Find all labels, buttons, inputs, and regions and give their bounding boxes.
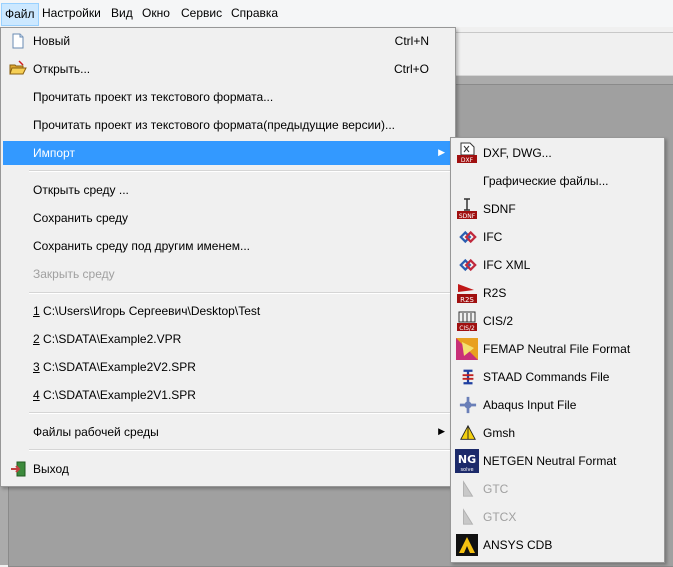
- menu-item-recent-3[interactable]: 3 C:\SDATA\Example2V2.SPR: [3, 355, 453, 379]
- menu-item-env-files[interactable]: Файлы рабочей среды ▶: [3, 420, 453, 444]
- menu-bar: Файл Настройки Вид Окно Сервис Справка: [0, 0, 673, 28]
- recent-number: 3: [33, 360, 40, 374]
- menu-item-save-env-as[interactable]: Сохранить среду под другим именем...: [3, 234, 453, 258]
- import-item-graphics[interactable]: Графические файлы...: [453, 169, 662, 193]
- import-item-gmsh[interactable]: Gmsh: [453, 421, 662, 445]
- menu-item-close-env[interactable]: Закрыть среду: [3, 262, 453, 286]
- sdnf-icon: SDNF: [457, 198, 477, 220]
- recent-number: 1: [33, 304, 40, 318]
- menu-separator: [29, 292, 453, 294]
- recent-path: C:\SDATA\Example2V1.SPR: [39, 388, 196, 402]
- recent-path: C:\Users\Игорь Сергеевич\Desktop\Test: [39, 304, 261, 318]
- gmsh-icon: [460, 424, 476, 440]
- netgen-icon: NG solve: [455, 449, 479, 473]
- import-item-ansys[interactable]: ANSYS CDB: [453, 533, 662, 557]
- menu-item-import[interactable]: Импорт ▶: [3, 141, 453, 165]
- import-item-abaqus[interactable]: Abaqus Input File: [453, 393, 662, 417]
- svg-text:NG: NG: [458, 453, 476, 466]
- svg-text:R2S: R2S: [460, 296, 474, 304]
- ansys-icon: [456, 534, 478, 556]
- femap-icon: [456, 338, 478, 360]
- menu-help[interactable]: Справка: [231, 6, 278, 20]
- menu-item-recent-4[interactable]: 4 C:\SDATA\Example2V1.SPR: [3, 383, 453, 407]
- import-submenu: DXF DXF, DWG... Графические файлы... SDN…: [450, 137, 665, 563]
- import-item-ifc-xml[interactable]: IFC XML: [453, 253, 662, 277]
- recent-path: C:\SDATA\Example2.VPR: [39, 332, 182, 346]
- import-item-netgen[interactable]: NG solve NETGEN Neutral Format: [453, 449, 662, 473]
- menu-item-read-text-prev[interactable]: Прочитать проект из текстового формата(п…: [3, 113, 453, 137]
- menu-item-recent-1[interactable]: 1 C:\Users\Игорь Сергеевич\Desktop\Test: [3, 299, 453, 323]
- svg-text:CIS/2: CIS/2: [459, 325, 475, 332]
- gtc-icon: [463, 480, 474, 497]
- menu-item-exit[interactable]: Выход: [3, 457, 453, 481]
- menu-item-recent-2[interactable]: 2 C:\SDATA\Example2.VPR: [3, 327, 453, 351]
- import-item-ifc[interactable]: IFC: [453, 225, 662, 249]
- dxf-icon: DXF: [457, 142, 477, 164]
- submenu-arrow-icon: ▶: [438, 426, 445, 436]
- menu-settings[interactable]: Настройки: [42, 6, 101, 20]
- menu-item-open[interactable]: Открыть... Ctrl+O: [3, 57, 453, 81]
- toolbar: [455, 32, 673, 71]
- menu-file[interactable]: Файл: [1, 3, 39, 26]
- menu-separator: [29, 412, 453, 414]
- submenu-arrow-icon: ▶: [438, 147, 445, 157]
- menu-separator: [29, 449, 453, 451]
- import-item-r2s[interactable]: R2S R2S: [453, 281, 662, 305]
- menu-separator: [29, 170, 453, 172]
- import-item-cis2[interactable]: CIS/2 CIS/2: [453, 309, 662, 333]
- gtc-icon: [463, 508, 474, 525]
- import-item-gtcx[interactable]: GTCX: [453, 505, 662, 529]
- menu-view[interactable]: Вид: [111, 6, 133, 20]
- open-folder-icon: [9, 60, 27, 75]
- menu-service[interactable]: Сервис: [181, 6, 222, 20]
- cis2-icon: CIS/2: [457, 311, 477, 332]
- recent-number: 2: [33, 332, 40, 346]
- recent-path: C:\SDATA\Example2V2.SPR: [39, 360, 196, 374]
- abaqus-icon: [459, 396, 477, 414]
- import-item-dxf[interactable]: DXF DXF, DWG...: [453, 141, 662, 165]
- svg-text:solve: solve: [460, 467, 473, 473]
- staad-icon: [462, 369, 474, 385]
- r2s-icon: R2S: [457, 284, 477, 304]
- file-menu: Новый Ctrl+N Открыть... Ctrl+O Прочитать…: [0, 27, 456, 487]
- ifc-icon: [459, 230, 477, 244]
- import-item-femap[interactable]: FEMAP Neutral File Format: [453, 337, 662, 361]
- import-item-sdnf[interactable]: SDNF SDNF: [453, 197, 662, 221]
- menu-item-open-env[interactable]: Открыть среду ...: [3, 178, 453, 202]
- toolbar-area: [455, 27, 673, 76]
- menu-item-save-env[interactable]: Сохранить среду: [3, 206, 453, 230]
- ifc-icon: [459, 258, 477, 272]
- new-file-icon: [12, 33, 24, 49]
- menu-item-read-text[interactable]: Прочитать проект из текстового формата..…: [3, 85, 453, 109]
- menu-item-new[interactable]: Новый Ctrl+N: [3, 29, 453, 53]
- menu-window[interactable]: Окно: [142, 6, 170, 20]
- exit-icon: [11, 461, 26, 477]
- svg-text:DXF: DXF: [461, 157, 474, 164]
- import-item-gtc[interactable]: GTC: [453, 477, 662, 501]
- import-item-staad[interactable]: STAAD Commands File: [453, 365, 662, 389]
- recent-number: 4: [33, 388, 40, 402]
- svg-text:SDNF: SDNF: [459, 213, 476, 220]
